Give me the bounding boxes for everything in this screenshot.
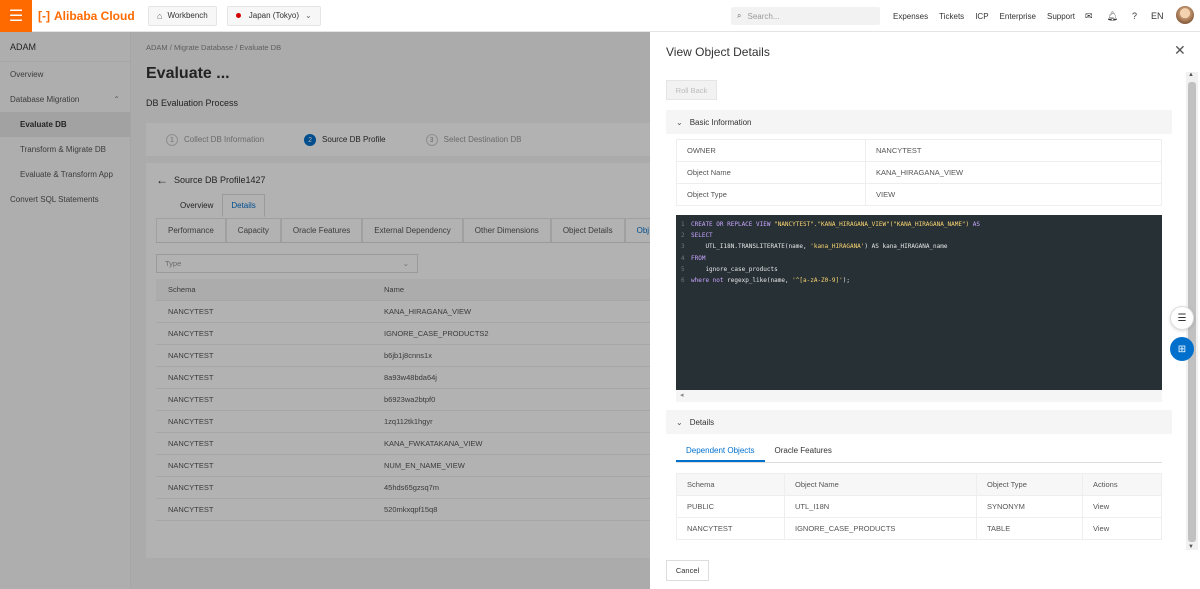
search-input[interactable]: ⌕ Search... [731,7,880,25]
chevron-left-icon[interactable]: ‹ [131,300,141,324]
nav-icp[interactable]: ICP [975,12,988,21]
cell-object-name: IGNORE_CASE_PRODUCTS [784,517,977,540]
kv-row: Object Type VIEW [676,183,1162,206]
scroll-up-icon[interactable]: ▲ [1188,72,1194,78]
search-placeholder: Search... [747,11,780,21]
table-header-row: Schema Object Name Object Type Actions [676,473,1162,496]
bell-icon[interactable]: 🔔︎ [1107,11,1118,22]
column-header-schema: Schema [676,473,785,496]
feedback-icon[interactable]: ☰ [1170,306,1194,330]
basic-info-header[interactable]: ⌄ Basic Information [666,110,1172,134]
kv-row: Object Name KANA_HIRAGANA_VIEW [676,161,1162,184]
code-token: regexp_like(name, [723,276,793,284]
sql-code-editor[interactable]: 1 CREATE OR REPLACE VIEW "NANCYTEST"."KAN… [676,215,1162,390]
mail-icon[interactable]: ✉ [1085,11,1093,22]
workbench-button[interactable]: ⌂ Workbench [148,5,217,26]
code-line: 1 CREATE OR REPLACE VIEW "NANCYTEST"."KAN… [681,221,981,228]
code-token: where not [691,276,724,284]
alibaba-cloud-logo[interactable]: [-] Alibaba Cloud [38,9,138,23]
code-token: FROM [691,254,706,262]
japan-flag-icon [235,13,241,18]
top-nav: Expenses Tickets ICP Enterprise Support [893,0,1086,32]
apps-grid-icon[interactable]: ⊞ [1170,337,1194,361]
code-token: 'kana_HIRAGANA' [810,243,865,251]
code-line: 3 UTL_I18N.TRANSLITERATE(name, 'kana_HIR… [681,243,948,251]
drawer-title: View Object Details [666,45,770,59]
logo-text: Alibaba Cloud [54,8,135,23]
nav-tickets[interactable]: Tickets [939,12,964,21]
scroll-down-icon[interactable]: ▼ [1188,544,1194,550]
help-icon[interactable]: ? [1132,11,1137,21]
kv-key: Object Type [676,183,866,206]
column-header-object-type: Object Type [976,473,1083,496]
view-link[interactable]: View [1082,495,1162,518]
chevron-down-icon: ⌄ [676,117,683,127]
cell-object-type: TABLE [976,517,1083,540]
column-header-actions: Actions [1082,473,1162,496]
chevron-down-icon: ⌄ [305,11,312,20]
view-link[interactable]: View [1082,517,1162,540]
table-row: NANCYTEST IGNORE_CASE_PRODUCTS TABLE Vie… [676,517,1162,540]
cell-object-type: SYNONYM [976,495,1083,518]
code-token: SELECT [691,232,713,240]
cell-object-name: UTL_I18N [784,495,977,518]
kv-key: OWNER [676,139,866,162]
kv-value: VIEW [865,183,1162,206]
code-token: "NANCYTEST"."KANA_HIRAGANA_VIEW"("KANA_H… [774,221,970,228]
nav-expenses[interactable]: Expenses [893,12,928,21]
code-token: AS [969,221,981,228]
object-details-drawer: View Object Details ✕ Roll Back ⌄ Basic … [650,32,1200,589]
code-line: 4 FROM [681,254,706,262]
region-label: Japan (Tokyo) [248,11,300,20]
kv-value: NANCYTEST [865,139,1162,162]
table-row: PUBLIC UTL_I18N SYNONYM View [676,495,1162,518]
code-token: ); [842,276,850,284]
basic-info-table: OWNER NANCYTEST Object Name KANA_HIRAGANA_… [676,139,1162,206]
cell-schema: PUBLIC [676,495,785,518]
chevron-left-icon[interactable]: ◂ [680,392,684,399]
column-header-object-name: Object Name [784,473,977,496]
dependent-objects-table: Schema Object Name Object Type Actions P… [676,473,1162,540]
kv-key: Object Name [676,161,866,184]
menu-icon[interactable]: ☰ [0,0,32,32]
code-token: CREATE OR REPLACE VIEW [691,221,775,228]
code-line: 2 SELECT [681,232,713,240]
region-selector[interactable]: Japan (Tokyo) ⌄ [226,5,321,26]
language-switch[interactable]: EN [1151,11,1164,21]
modal-overlay[interactable] [0,32,650,589]
code-horizontal-scrollbar[interactable]: ◂ [676,390,1162,402]
code-token: ) AS kana_HIRAGANA_name [864,243,948,251]
details-label: Details [689,417,715,427]
rollback-button[interactable]: Roll Back [666,80,717,100]
kv-row: OWNER NANCYTEST [676,139,1162,162]
nav-enterprise[interactable]: Enterprise [1000,12,1036,21]
nav-support[interactable]: Support [1047,12,1075,21]
tab-dependent-objects[interactable]: Dependent Objects [676,441,765,462]
code-token: UTL_I18N.TRANSLITERATE(name, [691,243,811,251]
details-tabs: Dependent Objects Oracle Features [676,441,1162,463]
tab-oracle-features[interactable]: Oracle Features [765,441,842,462]
avatar[interactable] [1176,6,1194,24]
logo-icon: [-] [38,8,50,23]
code-token: '^[a-zA-Z0-9]' [792,276,843,284]
workbench-label: Workbench [167,11,208,20]
code-line: 6 where not regexp_like(name, '^[a-zA-Z0-… [681,276,850,284]
kv-value: KANA_HIRAGANA_VIEW [865,161,1162,184]
search-icon: ⌕ [737,11,742,20]
close-icon[interactable]: ✕ [1174,42,1186,59]
code-token: ignore_case_products [691,265,778,273]
home-icon: ⌂ [157,10,163,21]
cell-schema: NANCYTEST [676,517,785,540]
details-header[interactable]: ⌄ Details [666,410,1172,434]
top-icons: ✉ 🔔︎ ? EN [1085,0,1178,32]
basic-info-label: Basic Information [689,117,752,127]
cancel-button[interactable]: Cancel [666,560,709,581]
chevron-down-icon: ⌄ [676,417,683,427]
code-line: 5 ignore_case_products [681,265,778,273]
